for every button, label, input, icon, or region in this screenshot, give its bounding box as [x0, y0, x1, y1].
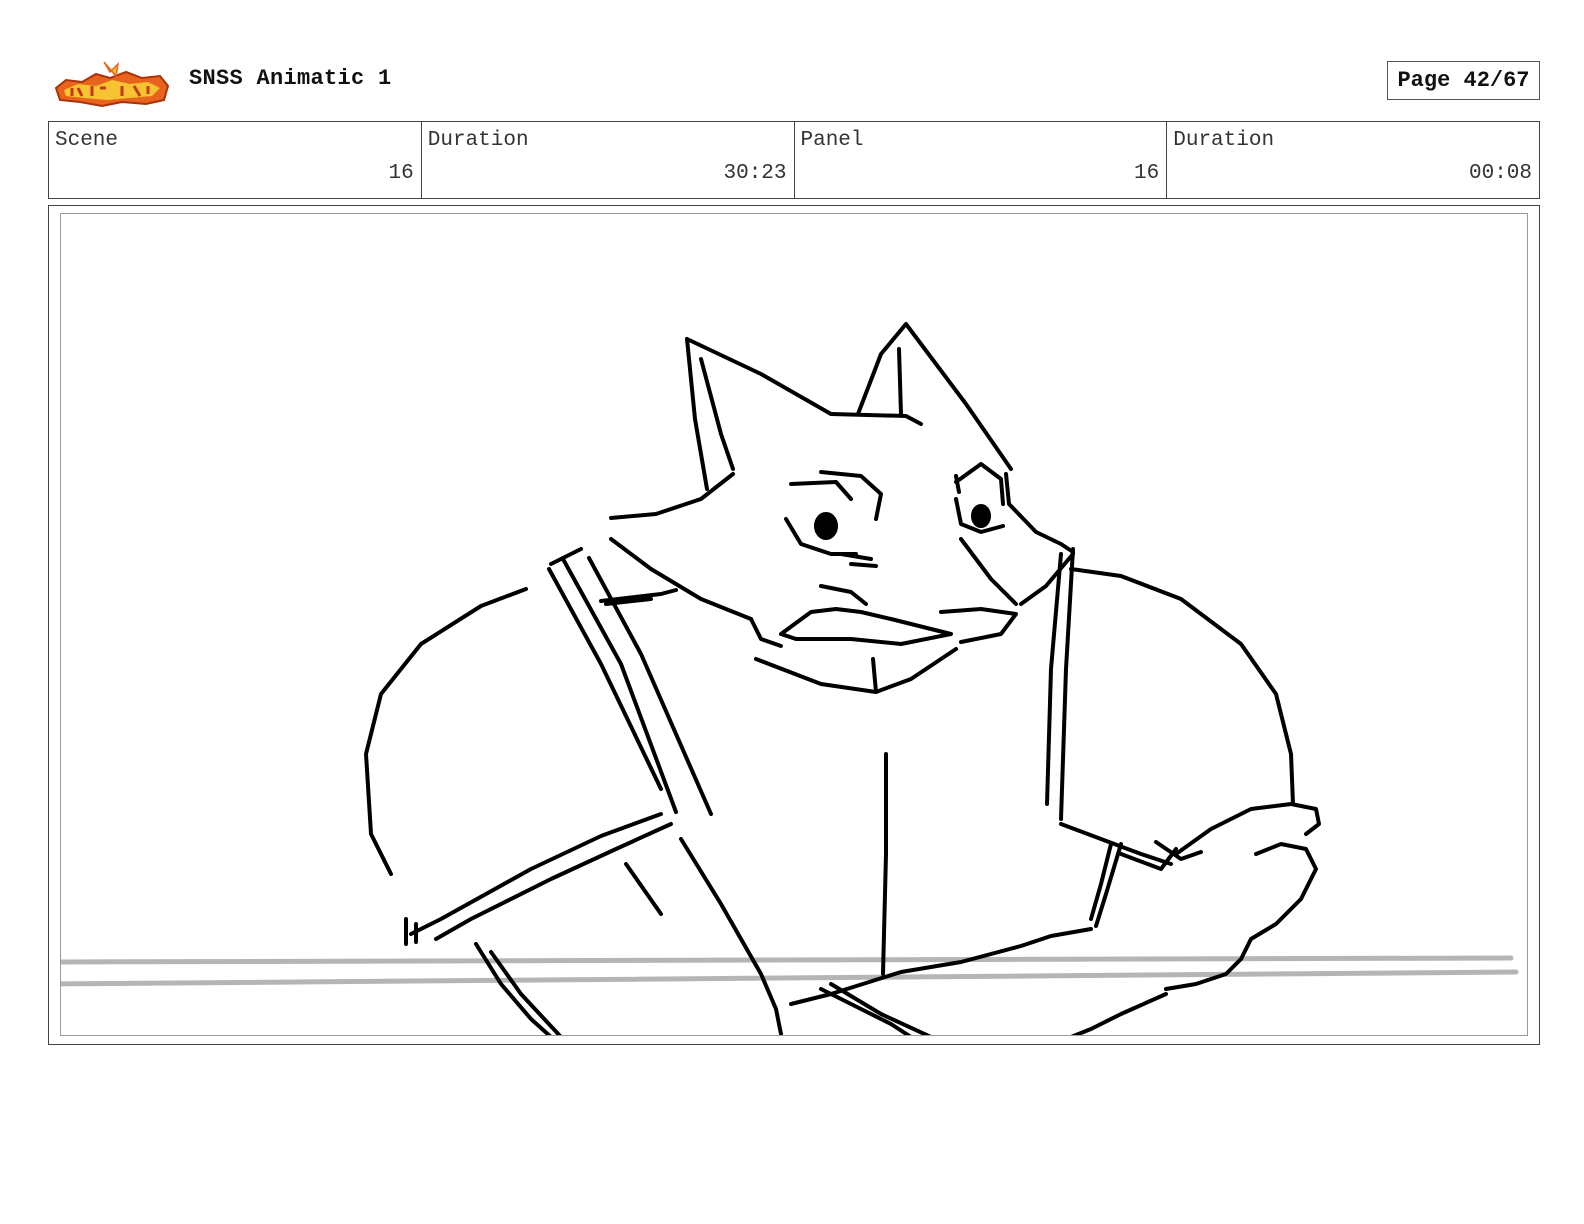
- panel-duration-label: Duration: [1173, 129, 1275, 152]
- panel-cell: Panel 16: [795, 122, 1168, 198]
- project-logo: [52, 58, 170, 108]
- storyboard-panel-frame: [48, 205, 1540, 1045]
- page-indicator: Page 42/67: [1387, 61, 1540, 100]
- scene-label: Scene: [55, 129, 119, 152]
- scene-duration-value: 30:23: [723, 162, 787, 185]
- panel-value: 16: [1134, 162, 1160, 185]
- storyboard-panel: [60, 213, 1528, 1036]
- scene-duration-cell: Duration 30:23: [422, 122, 795, 198]
- panel-duration-value: 00:08: [1468, 162, 1532, 185]
- cat-sketch-drawing: [61, 322, 1519, 1035]
- scene-value: 16: [388, 162, 414, 185]
- panel-duration-cell: Duration 00:08: [1167, 122, 1539, 198]
- panel-label: Panel: [800, 129, 864, 152]
- scene-duration-label: Duration: [427, 129, 529, 152]
- panel-info-row: Scene 16 Duration 30:23 Panel 16 Duratio…: [48, 121, 1540, 199]
- project-title: SNSS Animatic 1: [189, 66, 392, 91]
- scene-cell: Scene 16: [49, 122, 422, 198]
